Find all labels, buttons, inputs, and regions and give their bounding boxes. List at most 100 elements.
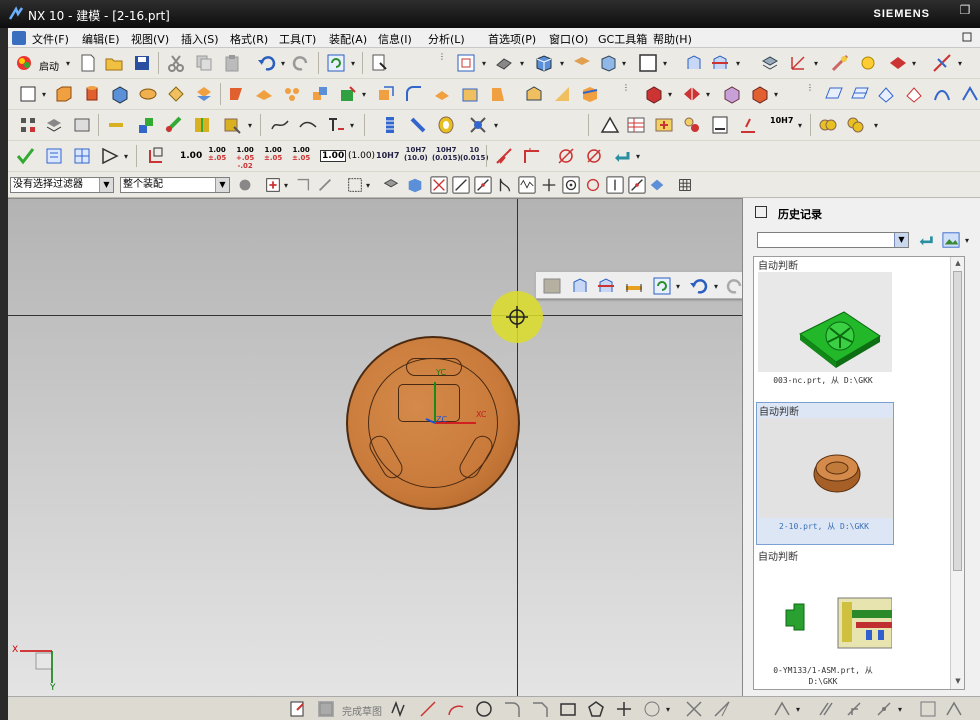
assembly-constrain-icon[interactable]	[596, 276, 616, 296]
washer-icon[interactable]	[436, 115, 456, 135]
cut-icon[interactable]	[166, 53, 186, 73]
box-select-dropdown-icon[interactable]: ▾	[366, 181, 370, 190]
graphics-viewport[interactable]: YC XC ZC ▾ ▾ X Y	[8, 198, 742, 696]
snap-face-icon[interactable]	[648, 176, 666, 194]
chamfer-icon[interactable]	[432, 84, 452, 104]
revolve-icon[interactable]	[82, 84, 102, 104]
app-menu-icon[interactable]	[12, 31, 26, 45]
offset-face-icon[interactable]	[524, 84, 544, 104]
triangle-icon[interactable]	[600, 115, 620, 135]
menu-tools[interactable]: 工具(T)	[279, 31, 316, 47]
undo-icon[interactable]	[256, 53, 276, 73]
arc-icon[interactable]	[446, 699, 466, 719]
history-scrollbar[interactable]: ▲ ▼	[950, 257, 964, 689]
coins-stack-icon[interactable]	[846, 115, 866, 135]
fit-tolerance[interactable]: 10H7 (0.015)	[432, 146, 461, 162]
menu-window[interactable]: 窗口(O)	[549, 31, 588, 47]
quick-undo-dropdown-icon[interactable]: ▾	[714, 282, 718, 291]
chevron-down-icon[interactable]: ▼	[894, 233, 908, 247]
circle-icon[interactable]	[474, 699, 494, 719]
studio-surface-icon[interactable]	[876, 84, 896, 104]
weld-symbol-icon[interactable]	[522, 146, 542, 166]
exploded-dropdown-icon[interactable]: ▾	[248, 121, 252, 130]
snap-control-icon[interactable]	[474, 176, 492, 194]
coins-icon[interactable]	[818, 115, 838, 135]
slot-dropdown-icon[interactable]: ▾	[362, 90, 366, 99]
move-object-icon[interactable]	[684, 53, 704, 73]
snap-dropdown-icon[interactable]: ▾	[912, 59, 916, 68]
cross-tool-icon[interactable]	[468, 115, 488, 135]
info-icon[interactable]	[370, 53, 390, 73]
refresh-icon[interactable]	[652, 276, 672, 296]
mate-component-icon[interactable]	[136, 115, 156, 135]
tolerance-sym[interactable]: 1.00 ±.05	[208, 146, 226, 162]
snap-end-icon[interactable]	[430, 176, 448, 194]
cube-view-icon[interactable]	[598, 53, 618, 73]
cube-dropdown-icon[interactable]: ▾	[622, 59, 626, 68]
return-arrow-icon[interactable]	[612, 146, 632, 166]
check-icon[interactable]	[16, 146, 36, 166]
draft-icon[interactable]	[488, 84, 508, 104]
paste-icon[interactable]	[222, 53, 242, 73]
part-model[interactable]: YC XC ZC	[346, 336, 520, 510]
background-dropdown-icon[interactable]: ▾	[663, 59, 667, 68]
add-table-icon[interactable]	[654, 115, 674, 135]
finish-sketch-icon[interactable]	[316, 699, 336, 719]
menu-edit[interactable]: 编辑(E)	[82, 31, 120, 47]
snap-mid-icon[interactable]	[452, 176, 470, 194]
curve-icon[interactable]	[270, 115, 290, 135]
assembly-move-icon[interactable]	[710, 53, 730, 73]
history-item[interactable]: 自动判断 0-YM133/1-ASM.prt, 从 D:\GKK	[756, 548, 894, 688]
toolbar-overflow-icon[interactable]: ⋮	[806, 83, 814, 92]
fit-view-icon[interactable]	[456, 53, 476, 73]
layer-settings-icon[interactable]	[760, 53, 780, 73]
selection-scope-select[interactable]: 整个装配 ▼	[120, 177, 230, 193]
menu-file[interactable]: 文件(F)	[32, 31, 69, 47]
inferred-dim-icon[interactable]	[918, 699, 938, 719]
update-dropdown-icon[interactable]: ▾	[351, 59, 355, 68]
menu-close-icon[interactable]	[960, 28, 974, 46]
redo-icon[interactable]	[292, 53, 312, 73]
shade-dropdown-icon[interactable]: ▾	[560, 59, 564, 68]
table-icon[interactable]	[626, 115, 646, 135]
start-icon[interactable]	[14, 53, 34, 73]
new-component-icon[interactable]	[72, 115, 92, 135]
scroll-up-icon[interactable]: ▲	[953, 259, 963, 267]
tolerance-unilateral[interactable]: 1.00 ±.05	[292, 146, 310, 162]
menu-preferences[interactable]: 首选项(P)	[488, 31, 536, 47]
tolerance-fit[interactable]: 10H7	[376, 151, 399, 160]
snap-icon[interactable]	[888, 53, 908, 73]
polygon-icon[interactable]	[586, 699, 606, 719]
box-select-icon[interactable]	[346, 176, 364, 194]
cone-icon[interactable]	[166, 84, 186, 104]
pattern-dropdown-icon[interactable]: ▾	[668, 90, 672, 99]
coincident-icon[interactable]	[874, 699, 894, 719]
fit-dropdown-icon[interactable]: ▾	[798, 121, 802, 130]
menu-gc-toolbox[interactable]: GC工具箱	[598, 31, 647, 47]
snap-intersect-icon[interactable]	[496, 176, 514, 194]
spline-icon[interactable]	[298, 115, 318, 135]
type-filter-select[interactable]: 没有选择过滤器 ▼	[10, 177, 114, 193]
sketch-face-icon[interactable]	[542, 276, 562, 296]
save-icon[interactable]	[132, 53, 152, 73]
sweep-icon[interactable]	[932, 84, 952, 104]
start-dropdown-icon[interactable]: ▾	[66, 59, 70, 68]
history-item[interactable]: 自动判断 003-nc.prt, 从 D:\GKK	[756, 257, 894, 389]
sew-dropdown-icon[interactable]: ▾	[774, 90, 778, 99]
thicken-icon[interactable]	[722, 84, 742, 104]
sew-icon[interactable]	[750, 84, 770, 104]
surface-icon[interactable]	[824, 84, 844, 104]
boss-icon[interactable]	[254, 84, 274, 104]
face-blend-icon[interactable]	[904, 84, 924, 104]
sketch-curve-dropdown-icon[interactable]: ▾	[666, 705, 670, 714]
menu-help[interactable]: 帮助(H)	[653, 31, 692, 47]
datum-frame-icon[interactable]	[146, 146, 166, 166]
fit-label[interactable]: 10H7	[770, 116, 793, 125]
extend-icon[interactable]	[712, 699, 732, 719]
measure-icon[interactable]	[830, 53, 850, 73]
pocket-icon[interactable]	[282, 84, 302, 104]
constraint-dropdown-icon[interactable]: ▾	[796, 705, 800, 714]
drawing-sheet-icon[interactable]	[44, 146, 64, 166]
background-color-icon[interactable]	[638, 53, 658, 73]
thread-icon[interactable]	[380, 115, 400, 135]
